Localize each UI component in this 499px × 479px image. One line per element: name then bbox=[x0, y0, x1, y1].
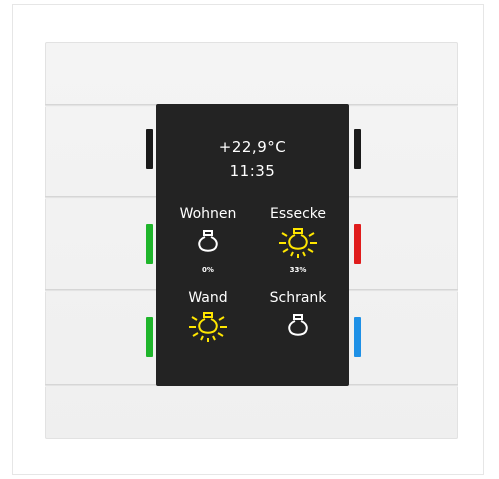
load-label-schrank: Schrank bbox=[269, 290, 327, 306]
rocker-left-top[interactable] bbox=[45, 107, 156, 196]
status-led-right-top bbox=[354, 129, 361, 169]
load-label-wohnen: Wohnen bbox=[179, 206, 237, 222]
temperature-readout: +22,9°C bbox=[218, 138, 287, 156]
bulb-on-icon bbox=[279, 228, 317, 258]
bulb-on-icon bbox=[189, 312, 227, 342]
rocker-right-bottom[interactable] bbox=[349, 292, 458, 384]
rocker-left-bottom[interactable] bbox=[45, 292, 156, 384]
status-led-right-bottom bbox=[354, 317, 361, 357]
load-label-essecke: Essecke bbox=[270, 206, 326, 222]
status-led-left-bottom bbox=[146, 317, 153, 357]
status-led-left-top bbox=[146, 129, 153, 169]
bulb-off-icon bbox=[198, 230, 218, 252]
status-led-right-middle bbox=[354, 224, 361, 264]
rocker-right-middle[interactable] bbox=[349, 199, 458, 289]
load-label-wand: Wand bbox=[188, 290, 228, 306]
clock-readout: 11:35 bbox=[229, 162, 276, 180]
lcd-display: +22,9°C 11:35 Wohnen 0% Essecke 33% Wand… bbox=[156, 104, 349, 386]
percent-essecke: 33% bbox=[289, 266, 307, 274]
percent-wohnen: 0% bbox=[202, 266, 214, 274]
status-led-left-middle bbox=[146, 224, 153, 264]
rocker-right-top[interactable] bbox=[349, 107, 458, 196]
rocker-left-middle[interactable] bbox=[45, 199, 156, 289]
bulb-off-icon bbox=[288, 314, 308, 336]
